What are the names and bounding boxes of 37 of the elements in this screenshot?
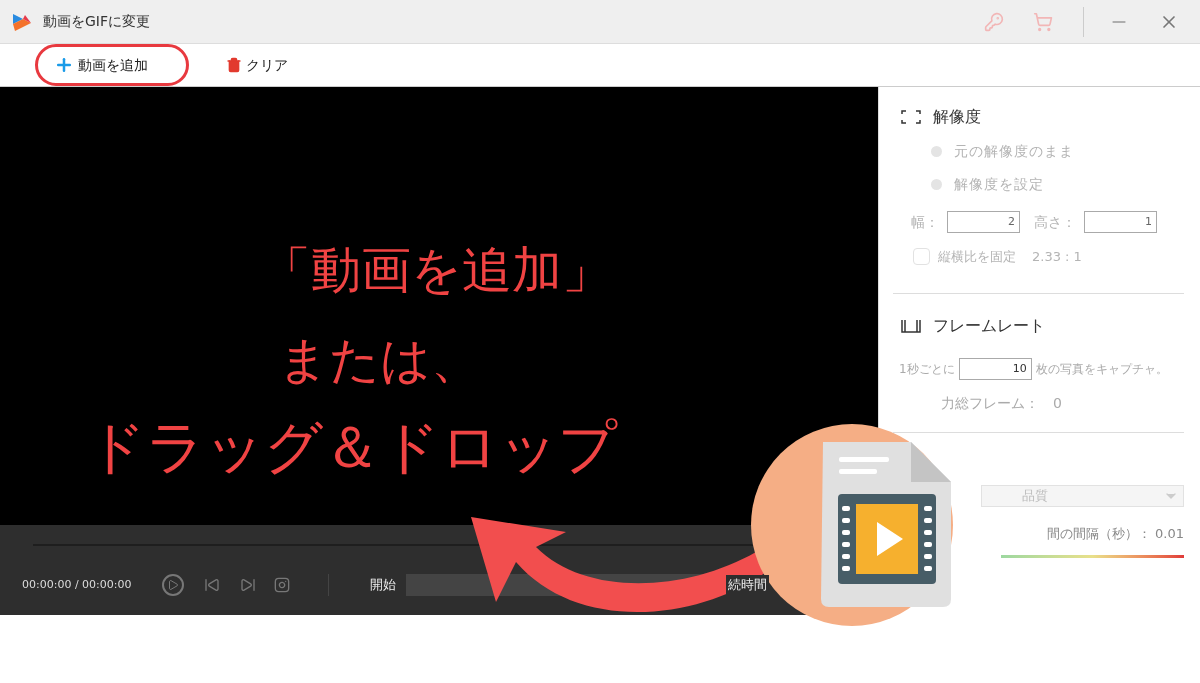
aspect-ratio: 2.33 : 1 bbox=[1032, 248, 1082, 266]
key-icon[interactable] bbox=[984, 11, 1004, 32]
overlay-caption: ドラッグ＆ドロップ bbox=[86, 418, 617, 476]
duration-label: 続時間 bbox=[726, 575, 769, 595]
radio-label: 元の解像度のまま bbox=[954, 142, 1074, 161]
plus-icon bbox=[54, 55, 74, 75]
radio-label: 解像度を設定 bbox=[954, 175, 1044, 194]
frame-rate-suffix: 枚の写真をキャプチャ。 bbox=[1035, 360, 1168, 378]
frame-rate-prefix: 1秒ごとに bbox=[899, 360, 955, 378]
overlay-caption: 「動画を追加」 bbox=[260, 245, 612, 295]
start-label: 開始 bbox=[370, 576, 396, 595]
radio-button[interactable] bbox=[931, 146, 942, 157]
total-frames: 力総フレーム： 0 bbox=[941, 392, 1062, 414]
window-title: 動画をGIFに変更 bbox=[43, 12, 151, 31]
camera-icon[interactable] bbox=[274, 577, 290, 593]
frame-rate-field[interactable]: 10 bbox=[958, 357, 1032, 380]
trash-icon bbox=[226, 57, 242, 73]
resolution-icon bbox=[901, 110, 921, 124]
next-icon[interactable] bbox=[240, 577, 256, 593]
overlay-caption: または、 bbox=[277, 335, 481, 385]
play-icon[interactable] bbox=[162, 574, 184, 596]
section-title: 解像度 bbox=[933, 106, 981, 128]
clear-button[interactable]: クリア bbox=[207, 44, 307, 86]
film-icon bbox=[901, 318, 921, 333]
previous-icon[interactable] bbox=[204, 577, 220, 593]
interval-label: 間の間隔（秒）： 0.01 bbox=[1046, 524, 1184, 543]
height-label: 高さ： bbox=[1034, 212, 1076, 232]
width-field[interactable]: 2 bbox=[947, 211, 1020, 233]
height-field[interactable]: 1 bbox=[1084, 211, 1157, 233]
checkbox[interactable] bbox=[913, 248, 930, 266]
width-label: 幅： bbox=[911, 212, 939, 232]
checkbox-label: 縦横比を固定 bbox=[938, 248, 1016, 266]
radio-button[interactable] bbox=[931, 179, 942, 190]
cart-icon[interactable] bbox=[1033, 11, 1053, 32]
interval-slider[interactable] bbox=[1001, 555, 1184, 558]
time-display: 00:00:00 / 00:00:00 bbox=[22, 576, 133, 593]
section-title: フレームレート bbox=[933, 314, 1045, 337]
